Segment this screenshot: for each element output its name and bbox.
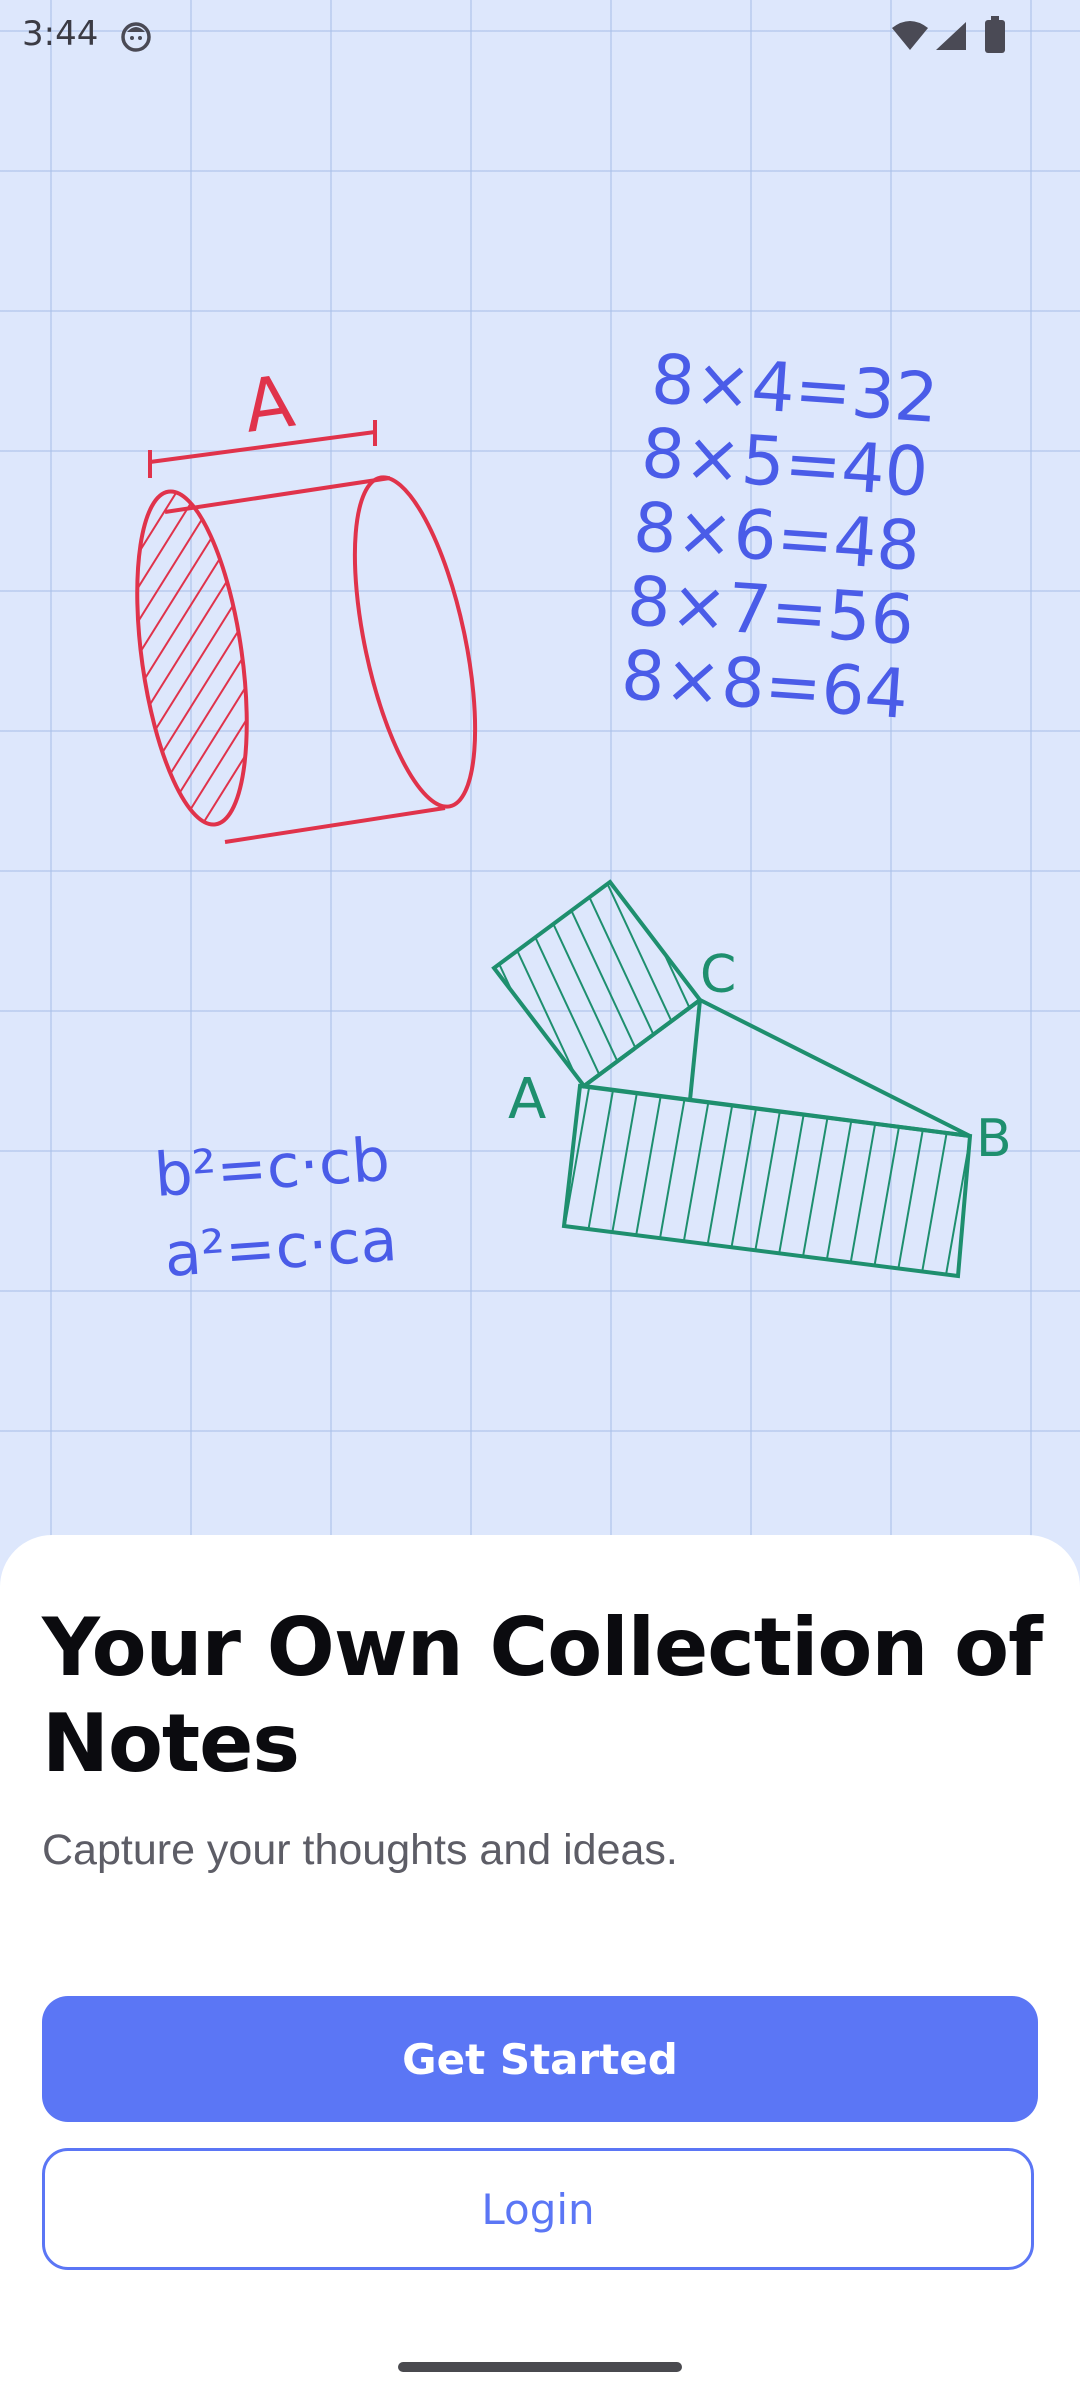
cylinder-drawing — [135, 420, 478, 844]
triangle-label-a: A — [508, 1067, 546, 1132]
math-doodles-illustration: A 8×4=32 8×5=40 8×6=48 8×7=56 8×8=64 C A… — [135, 340, 1012, 1291]
cylinder-label: A — [239, 359, 299, 449]
onboarding-subtitle: Capture your thoughts and ideas. — [42, 1826, 678, 1874]
triangle-label-b: B — [976, 1109, 1012, 1169]
onboarding-title: Your Own Collection of Notes — [42, 1601, 1043, 1790]
login-button[interactable]: Login — [42, 2148, 1034, 2270]
formula-b: b²=c·cb — [152, 1125, 392, 1211]
pythagoras-drawing — [491, 879, 973, 1279]
get-started-button[interactable]: Get Started — [42, 1996, 1038, 2122]
formula-a: a²=c·ca — [162, 1205, 399, 1291]
triangle-label-c: C — [700, 945, 736, 1005]
home-indicator[interactable] — [398, 2362, 682, 2372]
multiplication-table: 8×4=32 8×5=40 8×6=48 8×7=56 8×8=64 — [619, 340, 941, 735]
